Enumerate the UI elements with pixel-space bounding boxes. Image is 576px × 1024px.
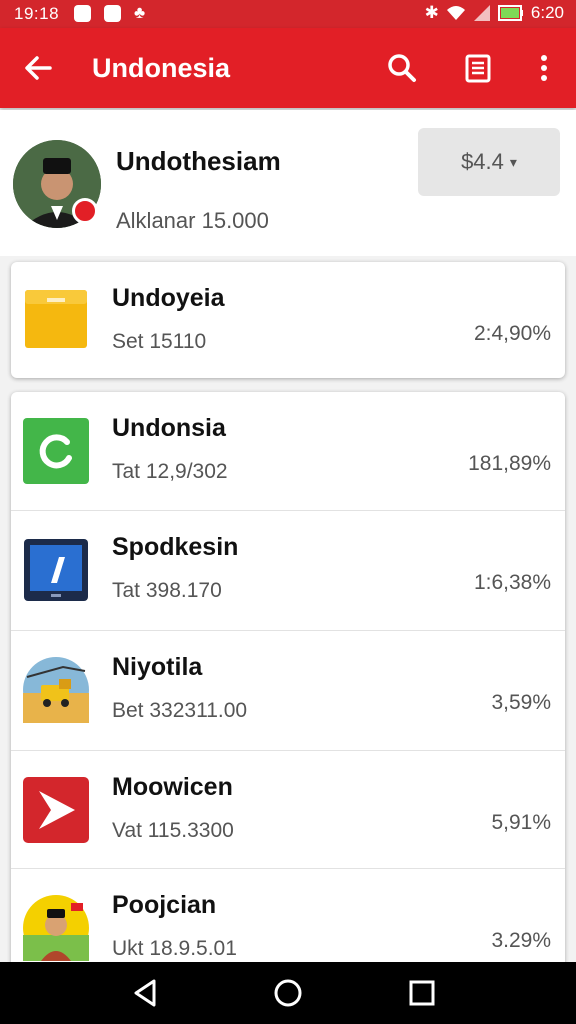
- list-item[interactable]: Undonsia Tat 12,9/302 181,89%: [11, 392, 565, 510]
- wifi-icon: [446, 6, 465, 20]
- battery-icon: [497, 5, 523, 21]
- document-icon[interactable]: [458, 48, 498, 88]
- back-arrow-icon[interactable]: [18, 48, 58, 88]
- refresh-app-icon: [23, 418, 89, 484]
- bluetooth-icon: ✱: [424, 3, 439, 22]
- profile-subtitle: Alklanar 15.000: [116, 208, 269, 233]
- tablet-app-icon: [24, 539, 88, 601]
- app-bar: Undonesia: [0, 28, 576, 108]
- chevron-down-icon: ▾: [509, 153, 517, 170]
- item-name: Moowicen: [112, 773, 233, 801]
- folder-icon: [25, 290, 87, 348]
- item-percent: 5,91%: [491, 811, 551, 834]
- item-percent: 181,89%: [468, 452, 551, 475]
- truck-photo-icon: [23, 657, 89, 723]
- list-item[interactable]: Undoyeia Set 15110 2:4,90%: [11, 262, 565, 378]
- page-title: Undonesia: [92, 53, 231, 83]
- notification-icon: [104, 5, 121, 22]
- item-percent: 2:4,90%: [473, 322, 551, 345]
- signal-icon: [473, 5, 490, 21]
- item-name: Niyotila: [112, 653, 203, 681]
- item-name: Undoyeia: [112, 284, 225, 312]
- person-photo-icon: [23, 895, 89, 961]
- list-item[interactable]: Niyotila Bet 332311.00 3,59%: [11, 631, 565, 749]
- item-subtitle: Vat 115.3300: [112, 819, 234, 842]
- profile-header: Undothesiam Alklanar 15.000 $4.4 ▾: [0, 110, 576, 256]
- item-name: Poojcian: [112, 891, 217, 919]
- item-name: Spodkesin: [112, 533, 239, 561]
- item-subtitle: Tat 398.170: [112, 579, 222, 602]
- price-dropdown[interactable]: $4.4 ▾: [418, 128, 560, 196]
- item-subtitle: Tat 12,9/302: [112, 460, 228, 483]
- item-percent: 3,59%: [491, 691, 551, 714]
- status-indicators: ✱ 6:20: [425, 3, 564, 23]
- item-subtitle: Ukt 18.9.5.01: [112, 937, 237, 960]
- item-percent: 3.29%: [491, 929, 551, 952]
- more-options-icon[interactable]: [524, 48, 564, 88]
- featured-card[interactable]: Undoyeia Set 15110 2:4,90%: [11, 262, 565, 378]
- nav-back-icon[interactable]: [128, 976, 162, 1010]
- list-item[interactable]: Moowicen Vat 115.3300 5,91%: [11, 751, 565, 869]
- status-time-right: 6:20: [530, 3, 564, 22]
- item-subtitle: Set 15110: [112, 330, 207, 353]
- app-list: Undonsia Tat 12,9/302 181,89% Spodkesin …: [11, 392, 565, 972]
- status-time: 19:18: [14, 4, 60, 23]
- profile-name: Undothesiam: [116, 146, 281, 176]
- badge-icon: [72, 198, 98, 224]
- play-arrow-icon: [23, 777, 89, 843]
- notification-icon: ♣: [134, 3, 146, 22]
- nav-recents-icon[interactable]: [405, 976, 439, 1010]
- system-nav-bar: [0, 962, 576, 1024]
- item-name: Undonsia: [112, 414, 226, 442]
- price-value: $4.4: [461, 149, 504, 174]
- search-icon[interactable]: [382, 48, 422, 88]
- item-subtitle: Bet 332311.00: [112, 699, 248, 722]
- nav-home-icon[interactable]: [271, 976, 305, 1010]
- status-bar: 19:18 ♣ ✱ 6:20: [0, 0, 576, 28]
- item-percent: 1:6,38%: [473, 571, 551, 594]
- list-item[interactable]: Spodkesin Tat 398.170 1:6,38%: [11, 511, 565, 629]
- notification-icon: [74, 5, 91, 22]
